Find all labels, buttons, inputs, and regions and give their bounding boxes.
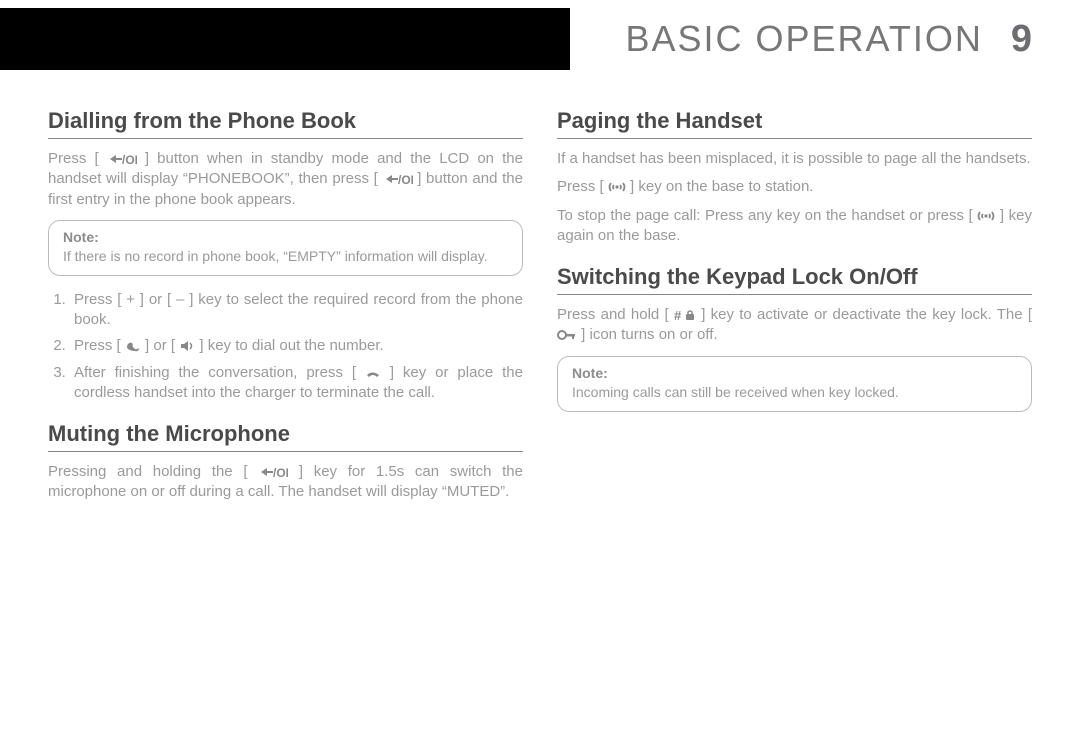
- text: ] key to dial out the number.: [195, 337, 383, 354]
- paging-stop: To stop the page call: Press any key on …: [557, 206, 1032, 247]
- note-label: Note:: [572, 365, 1017, 381]
- phonebook-ok-icon: /OK: [383, 172, 413, 186]
- note-box-keylock: Note: Incoming calls can still be receiv…: [557, 356, 1032, 412]
- paging-press: Press [ ] key on the base to station.: [557, 177, 1032, 197]
- speaker-icon: [179, 339, 195, 353]
- text: Pressing and holding the [: [48, 463, 258, 480]
- keypad-lock-text: Press and hold [ # ] key to activate or …: [557, 305, 1032, 346]
- phonebook-ok-icon: /OK: [258, 465, 288, 479]
- chapter-title: BASIC OPERATION: [625, 18, 982, 60]
- phonebook-ok-icon: /OK: [107, 152, 137, 166]
- text: Press and hold [: [557, 306, 674, 323]
- svg-text:#: #: [674, 308, 682, 322]
- note-label: Note:: [63, 229, 508, 245]
- header-black-box: [0, 8, 570, 70]
- note-box-phonebook: Note: If there is no record in phone boo…: [48, 220, 523, 276]
- header-bar: BASIC OPERATION 9: [0, 8, 1080, 78]
- text: ] or [: [141, 337, 179, 354]
- phonebook-steps: Press [ + ] or [ – ] key to select the r…: [48, 290, 523, 403]
- svg-text:/OK: /OK: [122, 153, 137, 166]
- key-lock-icon: [557, 328, 577, 342]
- text: ] icon turns on or off.: [577, 326, 718, 343]
- list-item: Press [ ] or [ ] key to dial out the num…: [70, 336, 523, 356]
- left-column: Dialling from the Phone Book Press [ /OK…: [48, 108, 523, 511]
- phonebook-intro: Press [ /OK ] button when in standby mod…: [48, 149, 523, 210]
- content-columns: Dialling from the Phone Book Press [ /OK…: [0, 78, 1080, 511]
- page-signal-icon: [977, 209, 995, 223]
- svg-text:/OK: /OK: [398, 173, 413, 186]
- muting-text: Pressing and holding the [ /OK ] key for…: [48, 462, 523, 503]
- page-signal-icon: [608, 180, 626, 194]
- list-item: Press [ + ] or [ – ] key to select the r…: [70, 290, 523, 331]
- note-text: Incoming calls can still be received whe…: [572, 383, 1017, 401]
- text: Press [: [74, 337, 125, 354]
- text: ] key to activate or deactivate the key …: [696, 306, 1032, 323]
- right-column: Paging the Handset If a handset has been…: [557, 108, 1032, 511]
- hash-lock-icon: #: [674, 308, 696, 322]
- note-text: If there is no record in phone book, “EM…: [63, 247, 508, 265]
- hangup-icon: [365, 366, 381, 380]
- heading-keypad-lock: Switching the Keypad Lock On/Off: [557, 264, 1032, 295]
- text: Press [: [48, 150, 107, 167]
- text: Press [: [557, 178, 608, 195]
- text: After finishing the conversation, press …: [74, 364, 365, 381]
- heading-paging: Paging the Handset: [557, 108, 1032, 139]
- page-number: 9: [1011, 18, 1032, 61]
- heading-dialling-phonebook: Dialling from the Phone Book: [48, 108, 523, 139]
- header-title-group: BASIC OPERATION 9: [625, 18, 1032, 61]
- text: To stop the page call: Press any key on …: [557, 207, 977, 224]
- page: BASIC OPERATION 9 Dialling from the Phon…: [0, 8, 1080, 754]
- paging-intro: If a handset has been misplaced, it is p…: [557, 149, 1032, 169]
- heading-muting: Muting the Microphone: [48, 421, 523, 452]
- call-icon: [125, 339, 141, 353]
- svg-text:/OK: /OK: [273, 466, 288, 479]
- list-item: After finishing the conversation, press …: [70, 363, 523, 404]
- text: ] key on the base to station.: [626, 178, 814, 195]
